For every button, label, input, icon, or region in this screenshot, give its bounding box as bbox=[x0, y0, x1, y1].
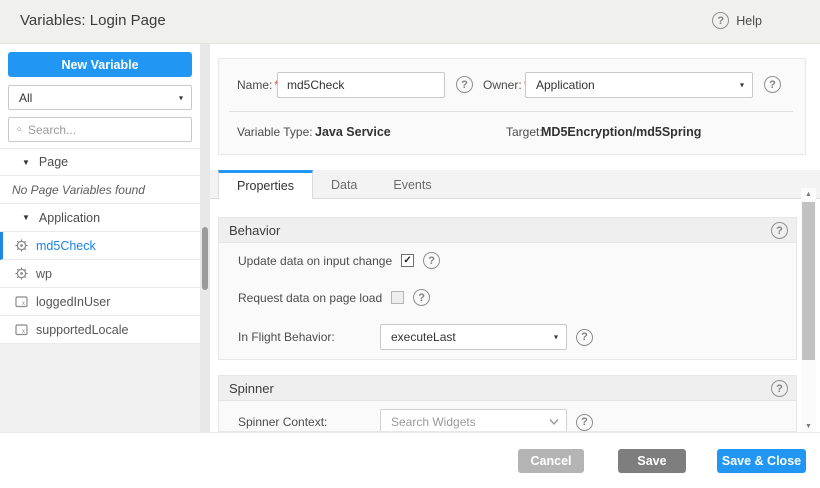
save-button[interactable]: Save bbox=[618, 449, 686, 473]
target-label: Target: bbox=[506, 125, 543, 139]
tab-events[interactable]: Events bbox=[375, 170, 449, 199]
save-and-close-button[interactable]: Save & Close bbox=[717, 449, 806, 473]
search-icon bbox=[17, 123, 22, 136]
caret-down-icon: ▾ bbox=[554, 333, 558, 342]
owner-label: Owner:* bbox=[483, 78, 528, 92]
request-on-load-help-icon[interactable]: ? bbox=[413, 289, 430, 306]
spinner-section-header: Spinner ? bbox=[219, 376, 796, 401]
inflight-behavior-value: executeLast bbox=[391, 330, 456, 344]
inflight-behavior-select[interactable]: executeLast ▾ bbox=[380, 324, 567, 350]
variable-item-md5Check[interactable]: md5Check bbox=[0, 232, 200, 260]
static-variable-icon: x bbox=[15, 323, 28, 336]
owner-value: Application bbox=[536, 78, 595, 92]
update-on-input-label: Update data on input change bbox=[238, 254, 392, 268]
content-scrollbar[interactable]: ▲ ▼ bbox=[801, 188, 816, 432]
update-on-input-checkbox[interactable]: ✓ bbox=[401, 254, 414, 267]
static-variable-icon: x bbox=[15, 295, 28, 308]
spinner-context-row: Spinner Context: ? bbox=[238, 409, 593, 432]
spinner-context-combobox[interactable] bbox=[380, 409, 567, 432]
update-on-input-help-icon[interactable]: ? bbox=[423, 252, 440, 269]
request-on-load-label: Request data on page load bbox=[238, 291, 382, 305]
search-input[interactable] bbox=[28, 123, 183, 137]
owner-select[interactable]: Application ▾ bbox=[525, 72, 753, 98]
new-variable-button[interactable]: New Variable bbox=[8, 52, 192, 77]
variables-tree: ▼ Page No Page Variables found ▼ Applica… bbox=[0, 148, 200, 344]
tab-data[interactable]: Data bbox=[313, 170, 375, 199]
variable-search[interactable] bbox=[8, 117, 192, 142]
variable-item-label: md5Check bbox=[36, 239, 96, 253]
svg-text:x: x bbox=[22, 301, 25, 307]
variable-item-label: wp bbox=[36, 267, 52, 281]
spinner-section: Spinner ? Spinner Context: ? bbox=[218, 375, 797, 432]
variable-type-value: Java Service bbox=[315, 125, 391, 139]
variables-dialog: Variables: Login Page ? Help New Variabl… bbox=[0, 0, 820, 488]
sidebar-scrollbar-thumb[interactable] bbox=[202, 227, 208, 290]
tree-group-page[interactable]: ▼ Page bbox=[0, 148, 200, 176]
behavior-section: Behavior ? Update data on input change ✓… bbox=[218, 217, 797, 360]
variable-item-wp[interactable]: wp bbox=[0, 260, 200, 288]
dialog-footer: Cancel Save Save & Close bbox=[0, 432, 820, 488]
chevron-down-icon[interactable]: ▼ bbox=[22, 213, 30, 222]
caret-down-icon: ▾ bbox=[179, 93, 183, 102]
behavior-section-title: Behavior bbox=[229, 223, 280, 238]
help-button[interactable]: ? Help bbox=[712, 12, 762, 29]
update-on-input-row: Update data on input change ✓ ? bbox=[238, 252, 440, 269]
caret-down-icon: ▾ bbox=[740, 81, 744, 90]
owner-help-icon[interactable]: ? bbox=[764, 76, 781, 93]
inflight-behavior-help-icon[interactable]: ? bbox=[576, 329, 593, 346]
chevron-down-icon bbox=[549, 418, 559, 426]
help-icon[interactable]: ? bbox=[712, 12, 729, 29]
variable-item-label: supportedLocale bbox=[36, 323, 128, 337]
variables-sidebar: New Variable All ▾ ▼ Page No Page Variab… bbox=[0, 44, 200, 432]
page-variables-empty-message: No Page Variables found bbox=[0, 176, 200, 204]
tree-group-label: Application bbox=[39, 211, 100, 225]
spinner-context-label: Spinner Context: bbox=[238, 415, 371, 429]
variable-editor-panel: Name:* ? Owner:* Application ▾ ? Variabl… bbox=[210, 44, 820, 432]
name-label: Name:* bbox=[237, 78, 279, 92]
scroll-up-icon[interactable]: ▲ bbox=[801, 188, 816, 200]
spinner-context-input[interactable] bbox=[381, 415, 531, 429]
variable-filter-select[interactable]: All ▾ bbox=[8, 85, 192, 110]
variable-item-label: loggedInUser bbox=[36, 295, 110, 309]
variable-filter-value: All bbox=[19, 91, 32, 105]
inflight-behavior-label: In Flight Behavior: bbox=[238, 330, 371, 344]
service-variable-icon bbox=[15, 267, 28, 280]
svg-text:x: x bbox=[22, 329, 25, 335]
sidebar-empty-area bbox=[0, 344, 200, 432]
name-help-icon[interactable]: ? bbox=[456, 76, 473, 93]
content-scrollbar-thumb[interactable] bbox=[802, 202, 815, 360]
variable-summary-panel: Name:* ? Owner:* Application ▾ ? Variabl… bbox=[218, 58, 806, 155]
name-field[interactable] bbox=[277, 72, 445, 98]
variable-item-loggedInUser[interactable]: x loggedInUser bbox=[0, 288, 200, 316]
sidebar-scrollbar[interactable] bbox=[200, 44, 210, 432]
variable-type-label: Variable Type: bbox=[237, 125, 313, 139]
spinner-context-help-icon[interactable]: ? bbox=[576, 414, 593, 431]
page-title: Variables: Login Page bbox=[20, 12, 166, 29]
scroll-down-icon[interactable]: ▼ bbox=[801, 420, 816, 432]
editor-tabbar: Properties Data Events bbox=[210, 170, 820, 199]
behavior-section-header: Behavior ? bbox=[219, 218, 796, 243]
spinner-help-icon[interactable]: ? bbox=[771, 380, 788, 397]
service-variable-icon bbox=[15, 239, 28, 252]
spinner-section-title: Spinner bbox=[229, 381, 274, 396]
chevron-down-icon[interactable]: ▼ bbox=[22, 158, 30, 167]
dialog-header: Variables: Login Page ? Help bbox=[0, 0, 820, 44]
cancel-button[interactable]: Cancel bbox=[518, 449, 584, 473]
target-value: MD5Encryption/md5Spring bbox=[541, 125, 701, 139]
request-on-load-row: Request data on page load ? bbox=[238, 289, 430, 306]
request-on-load-checkbox[interactable] bbox=[391, 291, 404, 304]
help-label[interactable]: Help bbox=[736, 14, 762, 28]
tree-group-label: Page bbox=[39, 155, 68, 169]
inflight-behavior-row: In Flight Behavior: executeLast ▾ ? bbox=[238, 324, 593, 350]
behavior-help-icon[interactable]: ? bbox=[771, 222, 788, 239]
tree-group-application[interactable]: ▼ Application bbox=[0, 204, 200, 232]
variable-item-supportedLocale[interactable]: x supportedLocale bbox=[0, 316, 200, 344]
tab-properties[interactable]: Properties bbox=[218, 170, 313, 199]
divider bbox=[229, 111, 793, 112]
